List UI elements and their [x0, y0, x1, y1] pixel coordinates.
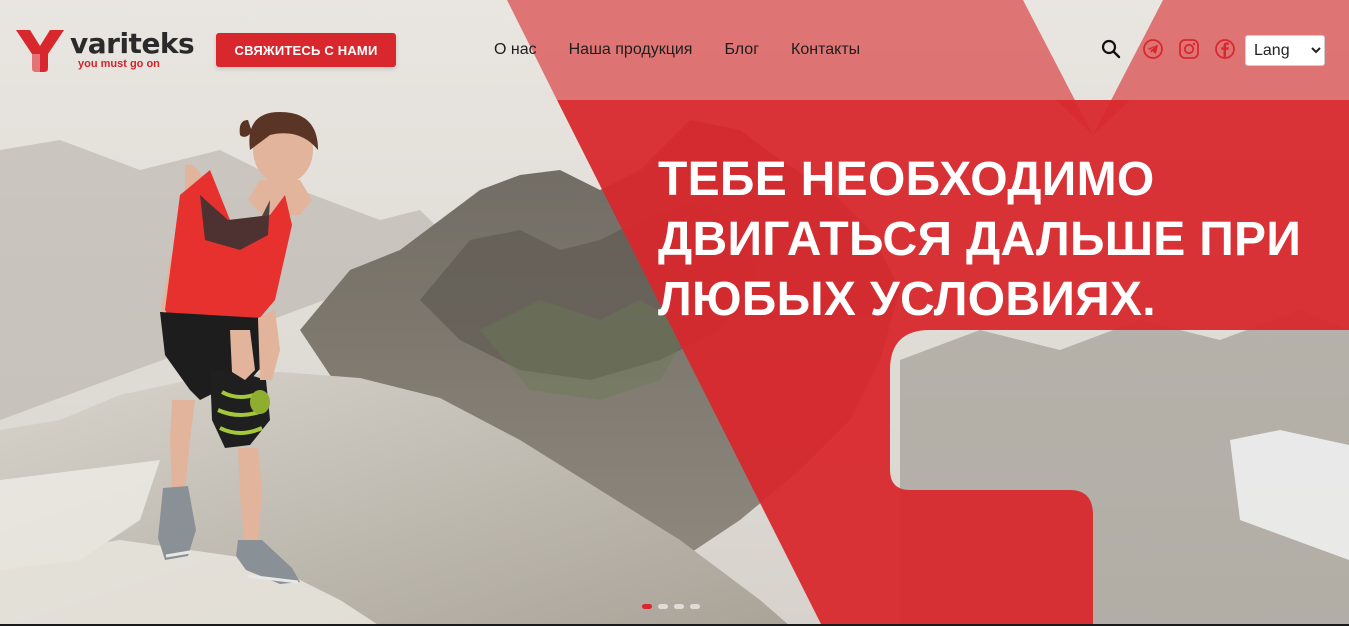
nav-item-about[interactable]: О нас: [494, 40, 537, 60]
facebook-icon[interactable]: [1214, 38, 1236, 60]
brand-logo[interactable]: variteks you must go on: [16, 28, 206, 74]
hero-headline: ТЕБЕ НЕОБХОДИМО ДВИГАТЬСЯ ДАЛЬШЕ ПРИ ЛЮБ…: [658, 150, 1318, 330]
headline-line-2: ДВИГАТЬСЯ ДАЛЬШЕ ПРИ: [658, 213, 1302, 266]
headline-line-3: ЛЮБЫХ УСЛОВИЯХ.: [658, 273, 1156, 326]
variteks-logo-icon: [16, 30, 64, 72]
brand-slogan: you must go on: [78, 58, 160, 70]
slider-pagination: [642, 604, 700, 609]
nav-item-products[interactable]: Наша продукция: [569, 40, 693, 60]
search-icon[interactable]: [1100, 38, 1122, 60]
slider-dot-3[interactable]: [674, 604, 684, 609]
slider-dot-1[interactable]: [642, 604, 652, 609]
telegram-icon[interactable]: [1142, 38, 1164, 60]
language-select[interactable]: Lang: [1245, 35, 1325, 66]
main-nav: О нас Наша продукция Блог Контакты: [494, 40, 860, 60]
nav-item-blog[interactable]: Блог: [724, 40, 759, 60]
nav-item-contacts[interactable]: Контакты: [791, 40, 860, 60]
site-header: variteks you must go on СВЯЖИТЕСЬ С НАМИ…: [0, 0, 1349, 100]
headline-line-1: ТЕБЕ НЕОБХОДИМО: [658, 153, 1155, 206]
slider-dot-4[interactable]: [690, 604, 700, 609]
slider-dot-2[interactable]: [658, 604, 668, 609]
instagram-icon[interactable]: [1178, 38, 1200, 60]
contact-us-button[interactable]: СВЯЖИТЕСЬ С НАМИ: [216, 33, 396, 67]
brand-name: variteks: [70, 27, 195, 60]
